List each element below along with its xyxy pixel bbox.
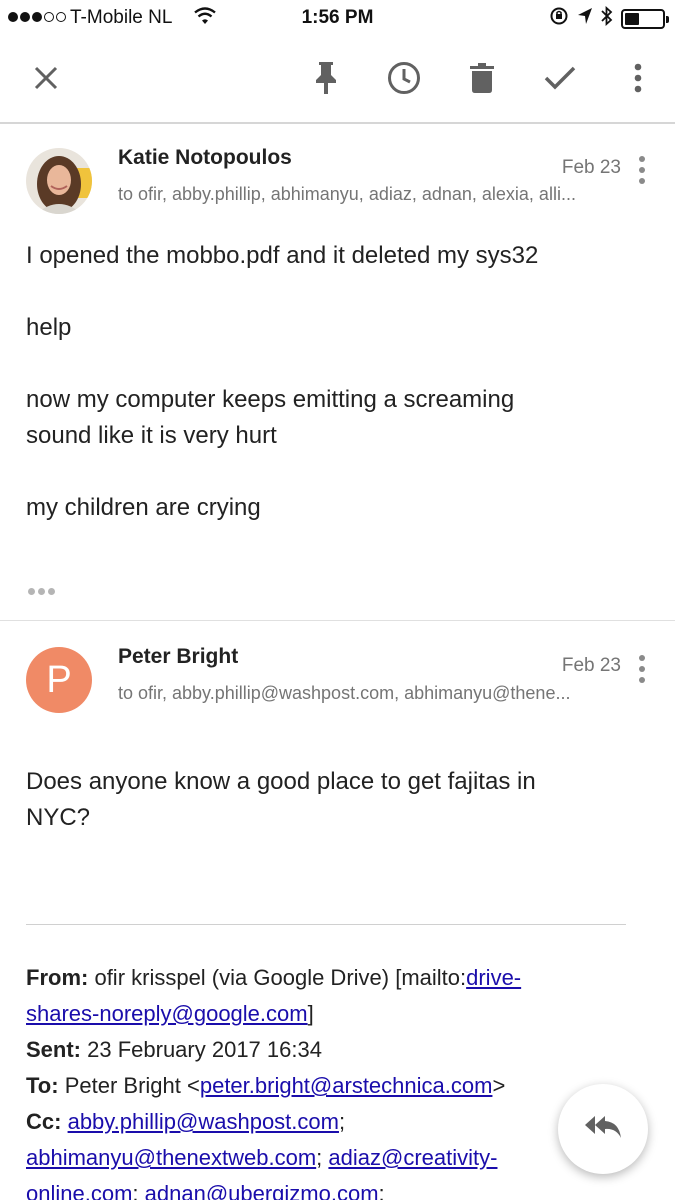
quoted-cc-line: Cc: abby.phillip@washpost.com; bbox=[26, 1104, 626, 1140]
show-trimmed-content-icon[interactable] bbox=[28, 588, 55, 595]
sender-name: Katie Notopoulos bbox=[118, 146, 292, 169]
to-name: Peter Bright < bbox=[64, 1073, 200, 1098]
sent-label: Sent: bbox=[26, 1037, 81, 1062]
avatar: P bbox=[26, 647, 92, 713]
quoted-header: From: ofir krisspel (via Google Drive) [… bbox=[26, 960, 626, 1200]
cc-email-link[interactable]: abby.phillip@washpost.com bbox=[68, 1109, 339, 1134]
from-text: ofir krisspel (via Google Drive) [mailto… bbox=[94, 965, 467, 990]
more-vert-icon[interactable] bbox=[616, 56, 660, 100]
recipient-summary[interactable]: to ofir, abby.phillip, abhimanyu, adiaz,… bbox=[118, 184, 606, 205]
message-more-icon[interactable] bbox=[637, 655, 647, 683]
message-body-line: now my computer keeps emitting a screami… bbox=[26, 386, 515, 413]
snooze-clock-icon[interactable] bbox=[382, 56, 426, 100]
cc-label: Cc: bbox=[26, 1109, 62, 1134]
quoted-from-line: From: ofir krisspel (via Google Drive) [… bbox=[26, 960, 626, 996]
status-bar: T-Mobile NL 1:56 PM bbox=[0, 0, 675, 36]
message-date: Feb 23 bbox=[561, 157, 621, 178]
from-close: ] bbox=[307, 1001, 314, 1026]
avatar bbox=[26, 148, 92, 214]
cc-separator: ; bbox=[378, 1181, 385, 1200]
message-body-line: my children are crying bbox=[26, 494, 261, 521]
quote-divider bbox=[26, 924, 626, 925]
message-body-line: NYC? bbox=[26, 804, 91, 831]
message-more-icon[interactable] bbox=[637, 156, 647, 184]
message-body-line: sound like it is very hurt bbox=[26, 422, 277, 449]
cc-separator: ; bbox=[338, 1109, 346, 1134]
to-email-link[interactable]: peter.bright@arstechnica.com bbox=[200, 1073, 493, 1098]
sender-name: Peter Bright bbox=[118, 645, 239, 668]
message-body-line: I opened the mobbo.pdf and it deleted my… bbox=[26, 242, 539, 269]
cc-separator: ; bbox=[316, 1145, 323, 1170]
location-icon bbox=[577, 7, 593, 31]
quoted-sent-line: Sent: 23 February 2017 16:34 bbox=[26, 1032, 626, 1068]
sent-value: 23 February 2017 16:34 bbox=[87, 1037, 322, 1062]
message-body-line: help bbox=[26, 314, 72, 341]
message-body-line: Does anyone know a good place to get faj… bbox=[26, 768, 536, 795]
message-date: Feb 23 bbox=[561, 655, 621, 676]
quoted-to-line: To: Peter Bright <peter.bright@arstechni… bbox=[26, 1068, 626, 1104]
pin-icon[interactable] bbox=[304, 56, 348, 100]
to-close: > bbox=[492, 1073, 506, 1098]
recipient-summary[interactable]: to ofir, abby.phillip@washpost.com, abhi… bbox=[118, 683, 606, 704]
from-label: From: bbox=[26, 965, 89, 990]
rotation-lock-icon bbox=[549, 6, 569, 32]
bluetooth-icon bbox=[601, 5, 613, 32]
toolbar bbox=[0, 36, 675, 124]
trash-icon[interactable] bbox=[460, 56, 504, 100]
cc-separator: ; bbox=[132, 1181, 139, 1200]
to-label: To: bbox=[26, 1073, 59, 1098]
message-item[interactable]: P Peter Bright to ofir, abby.phillip@was… bbox=[0, 621, 675, 941]
cc-email-link[interactable]: abhimanyu@thenextweb.com bbox=[26, 1145, 316, 1170]
from-email-link[interactable]: shares-noreply@google.com bbox=[26, 1001, 308, 1026]
reply-all-icon bbox=[583, 1114, 623, 1145]
battery-icon bbox=[621, 9, 669, 29]
cc-email-link[interactable]: adiaz@creativity- bbox=[328, 1145, 497, 1170]
cc-email-link[interactable]: online.com bbox=[26, 1181, 132, 1200]
cc-email-link[interactable]: adnan@ubergizmo.com bbox=[145, 1181, 379, 1200]
message-item[interactable]: Katie Notopoulos to ofir, abby.phillip, … bbox=[0, 126, 675, 620]
from-email-link[interactable]: drive- bbox=[466, 965, 521, 990]
done-check-icon[interactable] bbox=[538, 56, 582, 100]
reply-all-button[interactable] bbox=[558, 1084, 648, 1174]
close-icon[interactable] bbox=[24, 56, 68, 100]
